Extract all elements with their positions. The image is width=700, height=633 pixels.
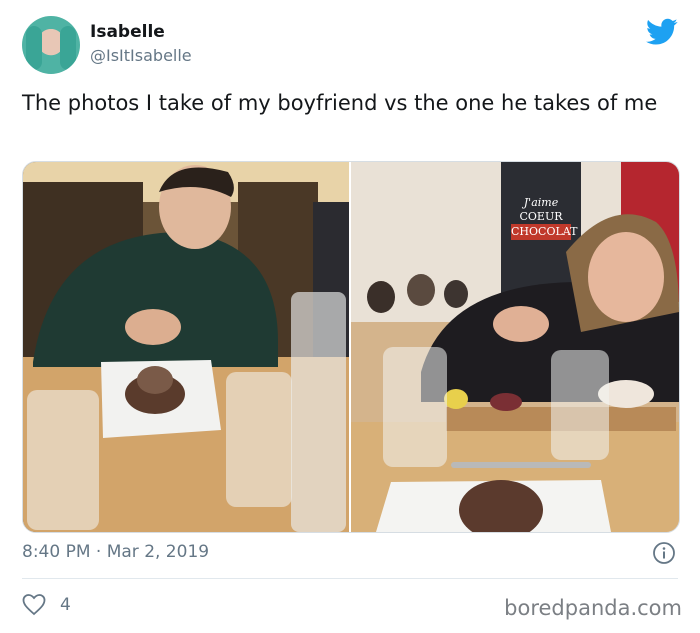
tweet-timestamp[interactable]: 8:40 PM · Mar 2, 2019 bbox=[22, 542, 209, 562]
tweet-text: The photos I take of my boyfriend vs the… bbox=[22, 91, 658, 115]
author-name[interactable]: Isabelle bbox=[90, 22, 165, 42]
info-icon[interactable] bbox=[652, 541, 676, 565]
sign-line-2: COEUR bbox=[519, 210, 563, 223]
author-handle[interactable]: @IsItIsabelle bbox=[90, 46, 192, 65]
divider bbox=[22, 578, 678, 579]
chocolate-sign: J'aime COEUR CHOCOLAT bbox=[511, 196, 578, 240]
like-count: 4 bbox=[60, 595, 71, 615]
tweet-media[interactable]: J'aime COEUR CHOCOLAT bbox=[22, 161, 680, 533]
boredpanda-watermark: boredpanda.com bbox=[504, 596, 682, 620]
sign-line-1: J'aime bbox=[523, 196, 559, 209]
sign-line-3: CHOCOLAT bbox=[511, 224, 578, 240]
left-photo[interactable] bbox=[23, 162, 349, 532]
heart-icon[interactable] bbox=[22, 594, 46, 616]
avatar[interactable] bbox=[22, 16, 80, 74]
twitter-bird-icon[interactable] bbox=[646, 18, 678, 46]
right-photo[interactable]: J'aime COEUR CHOCOLAT bbox=[351, 162, 679, 532]
